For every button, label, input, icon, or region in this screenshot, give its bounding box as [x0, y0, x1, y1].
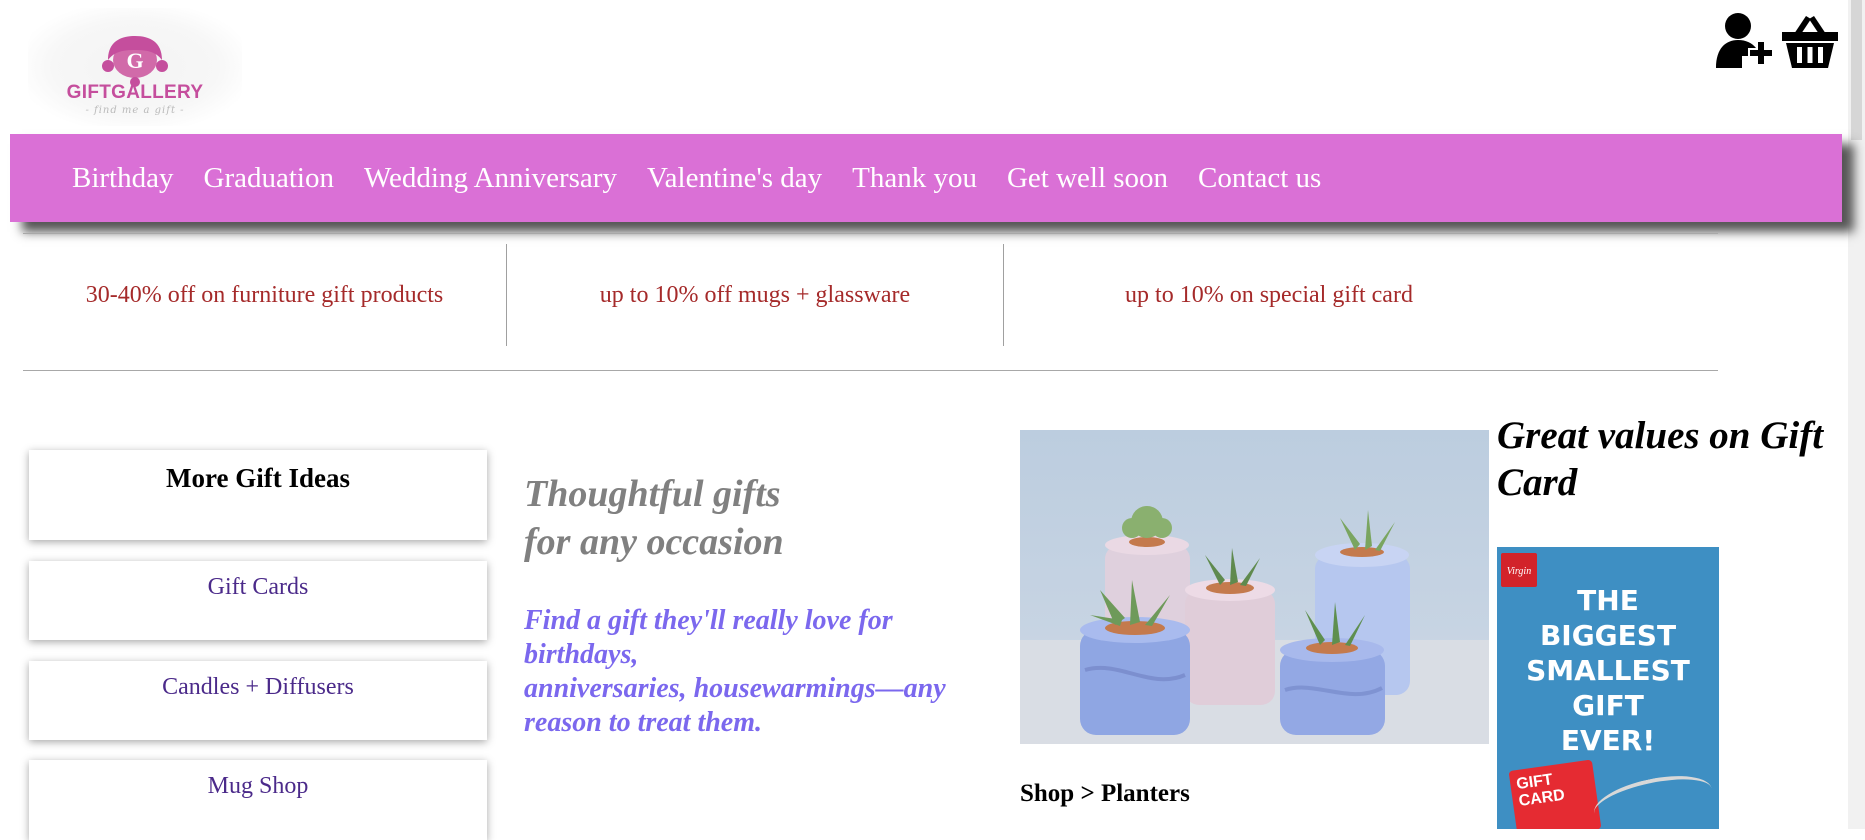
scrollbar-thumb[interactable]: [1851, 0, 1862, 140]
sidebar-item-gift-cards[interactable]: Gift Cards: [29, 561, 487, 640]
gift-card-slogan-line: SMALLEST: [1526, 654, 1690, 687]
svg-text:Virgin: Virgin: [1507, 566, 1531, 577]
gift-card-slogan-line: EVER!: [1560, 724, 1656, 757]
more-gift-ideas-title: More Gift Ideas: [166, 463, 350, 493]
nav-item-thank-you[interactable]: Thank you: [852, 162, 977, 195]
nav-item-graduation[interactable]: Graduation: [204, 162, 334, 195]
sidebar-item-label[interactable]: Mug Shop: [29, 760, 487, 800]
red-gift-card-graphic: GIFT CARD: [1508, 759, 1602, 829]
gift-card-slogan-line: GIFT: [1572, 689, 1644, 722]
sidebar-item-label[interactable]: Gift Cards: [29, 561, 487, 601]
promo-furniture[interactable]: 30-40% off on furniture gift products: [23, 244, 506, 346]
promo-divider-top: [23, 233, 1718, 234]
logo-tagline: - find me a gift -: [85, 105, 185, 116]
hero-headline-line1: Thoughtful gifts: [524, 473, 781, 515]
add-user-icon[interactable]: [1714, 10, 1774, 70]
sidebar-item-mug-shop[interactable]: Mug Shop: [29, 760, 487, 840]
red-gift-card-text: GIFT CARD: [1515, 771, 1566, 810]
logo-monogram-icon: G: [102, 36, 168, 87]
main-nav: Birthday Graduation Wedding Anniversary …: [10, 134, 1842, 222]
hero-subtext-line2: anniversaries, housewarmings—any reason …: [524, 673, 946, 738]
hero-headline: Thoughtful gifts for any occasion: [524, 470, 994, 566]
basket-icon[interactable]: [1780, 10, 1840, 70]
promo-strip: 30-40% off on furniture gift products up…: [23, 244, 1718, 346]
nav-item-contact-us[interactable]: Contact us: [1198, 162, 1321, 195]
promo-mugs[interactable]: up to 10% off mugs + glassware: [507, 244, 1003, 346]
more-gift-ideas-card: More Gift Ideas: [29, 450, 487, 540]
hero-subtext-line1: Find a gift they'll really love for birt…: [524, 605, 893, 670]
nav-item-birthday[interactable]: Birthday: [72, 162, 174, 195]
gift-card-slogan: THE BIGGEST SMALLEST GIFT EVER!: [1497, 583, 1719, 758]
gift-card-image[interactable]: Virgin THE BIGGEST SMALLEST GIFT EVER! G…: [1497, 547, 1719, 829]
promo-gift-card[interactable]: up to 10% on special gift card: [1004, 244, 1534, 346]
planters-breadcrumb[interactable]: Shop > Planters: [1020, 780, 1190, 808]
nav-item-wedding-anniversary[interactable]: Wedding Anniversary: [364, 162, 617, 195]
sidebar-item-candles-diffusers[interactable]: Candles + Diffusers: [29, 661, 487, 740]
gift-card-slogan-line: BIGGEST: [1539, 619, 1677, 652]
promo-divider-bottom: [23, 370, 1718, 371]
nav-item-get-well-soon[interactable]: Get well soon: [1007, 162, 1168, 195]
gift-card-heading: Great values on Gift Card: [1497, 414, 1824, 504]
site-logo[interactable]: G GIFTGALLERY - find me a gift -: [28, 8, 242, 126]
logo-brand-text: GIFTGALLERY: [66, 82, 204, 103]
page-scrollbar[interactable]: [1848, 0, 1865, 829]
svg-text:G: G: [126, 48, 143, 73]
sidebar-item-label[interactable]: Candles + Diffusers: [29, 661, 487, 701]
ribbon-graphic: [1589, 767, 1717, 829]
hero-subtext: Find a gift they'll really love for birt…: [524, 604, 1004, 740]
planters-image[interactable]: [1020, 430, 1489, 744]
virgin-logo: Virgin: [1501, 553, 1537, 587]
nav-item-valentines-day[interactable]: Valentine's day: [647, 162, 822, 195]
gift-card-slogan-line: THE: [1577, 584, 1639, 617]
hero-headline-line2: for any occasion: [524, 521, 784, 563]
